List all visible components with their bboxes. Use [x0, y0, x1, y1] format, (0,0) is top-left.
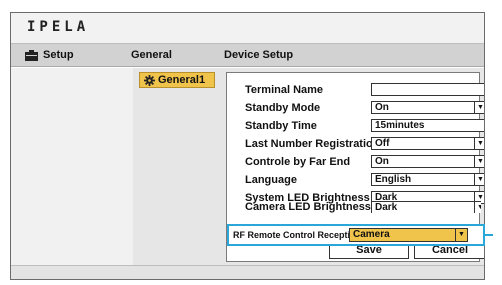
standby-mode-select[interactable]: On ▼ — [371, 101, 484, 114]
gear-icon — [144, 74, 155, 86]
language-select[interactable]: English ▼ — [371, 173, 484, 186]
nav-item-general1-label: General1 — [158, 74, 206, 86]
camera-led-brightness-label: Camera LED Brightness — [245, 201, 371, 213]
nav-item-general1[interactable]: General1 — [139, 72, 215, 88]
rf-remote-control-reception-label: RF Remote Control Reception — [233, 230, 362, 240]
category-pane: General1 — [133, 68, 221, 265]
camera-led-brightness-select[interactable]: Dark ▼ — [371, 201, 481, 213]
rf-remote-control-reception-select[interactable]: Camera ▼ — [349, 228, 468, 242]
chevron-down-icon[interactable]: ▼ — [474, 102, 484, 113]
rf-remote-control-reception-row: RF Remote Control Reception Camera ▼ — [227, 224, 485, 246]
language-value: English — [375, 174, 412, 185]
tab-bar: Setup General Device Setup — [11, 43, 484, 67]
scroll-clip: Camera LED Brightness Dark ▼ — [227, 195, 481, 213]
header-bar: IPELA — [11, 13, 484, 43]
camera-led-brightness-value: Dark — [375, 202, 398, 213]
status-bar — [11, 265, 484, 279]
tab-device-setup[interactable]: Device Setup — [224, 49, 293, 61]
tab-setup-label: Setup — [43, 49, 74, 61]
callout-line — [485, 234, 493, 236]
language-label: Language — [245, 174, 297, 186]
chevron-down-icon[interactable]: ▼ — [474, 138, 484, 149]
tab-setup[interactable]: Setup — [25, 49, 74, 61]
chevron-down-icon[interactable]: ▼ — [474, 174, 484, 185]
toolbox-icon — [25, 49, 38, 61]
terminal-name-input[interactable] — [371, 83, 484, 96]
chevron-down-icon[interactable]: ▼ — [474, 202, 481, 213]
chevron-down-icon[interactable]: ▼ — [474, 156, 484, 167]
controle-by-far-end-label: Controle by Far End — [245, 156, 351, 168]
standby-mode-label: Standby Mode — [245, 102, 321, 114]
controle-by-far-end-select[interactable]: On ▼ — [371, 155, 484, 168]
chevron-down-icon[interactable]: ▼ — [455, 229, 467, 241]
terminal-name-label: Terminal Name — [245, 84, 324, 96]
last-number-registration-value: Off — [375, 138, 390, 149]
last-number-registration-select[interactable]: Off ▼ — [371, 137, 484, 150]
rf-remote-control-reception-value: Camera — [353, 229, 390, 240]
standby-time-field[interactable]: 15minutes — [371, 119, 484, 132]
standby-time-label: Standby Time — [245, 120, 317, 132]
left-pane — [11, 68, 133, 265]
tab-general[interactable]: General — [131, 49, 172, 61]
last-number-registration-label: Last Number Registration — [245, 138, 380, 150]
standby-mode-value: On — [375, 102, 389, 113]
ipela-logo: IPELA — [27, 19, 90, 35]
controle-by-far-end-value: On — [375, 156, 389, 167]
